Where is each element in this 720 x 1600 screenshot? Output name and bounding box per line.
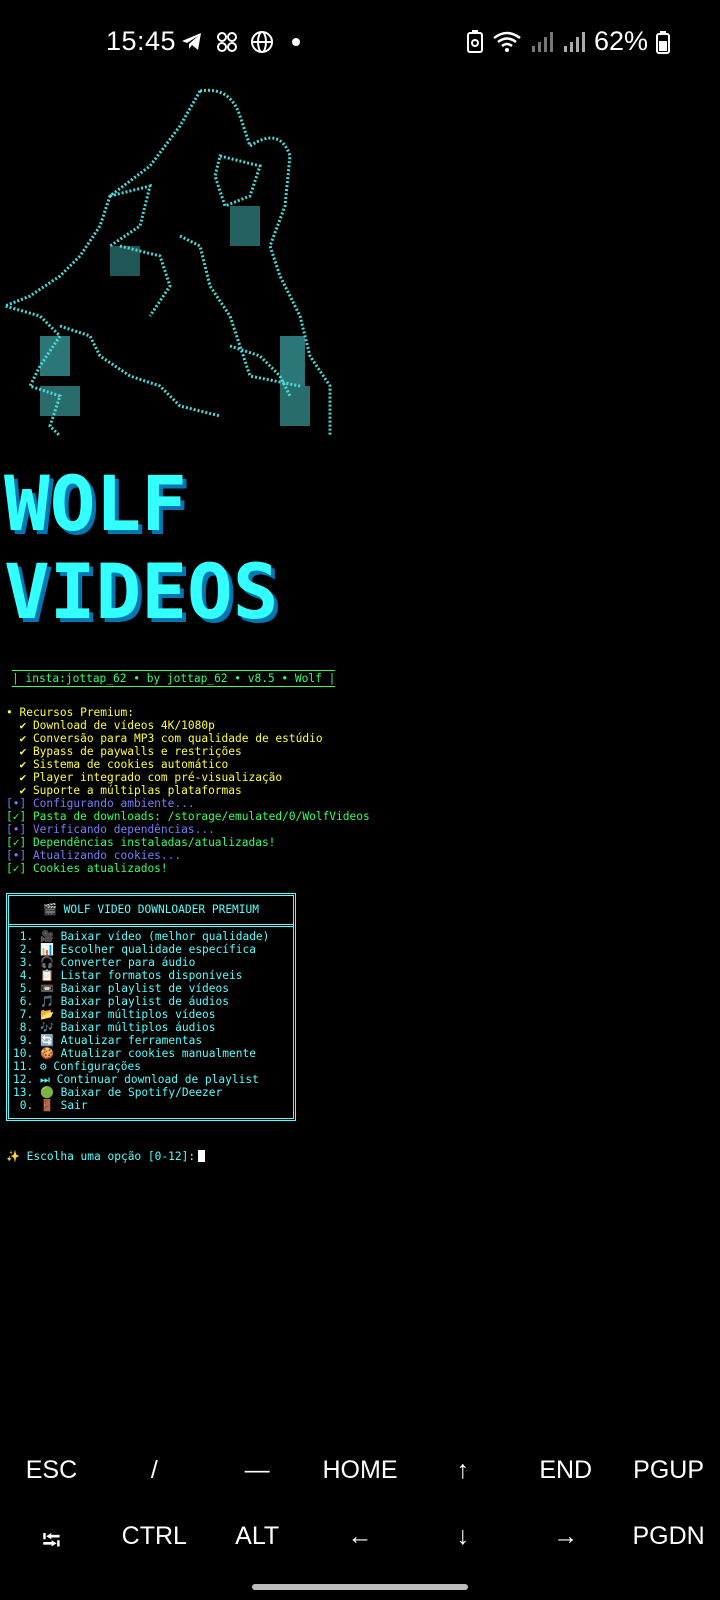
battery-saver-icon bbox=[466, 29, 483, 53]
key-[interactable]: / bbox=[103, 1456, 206, 1485]
battery-percent: 62% bbox=[593, 26, 648, 56]
menu-item[interactable]: 2. 📊 Escolher qualidade específica bbox=[13, 943, 289, 956]
log-output: • Recursos Premium: ✔ Download de vídeos… bbox=[6, 706, 370, 875]
prompt-label: ✨ Escolha uma opção [0-12]: bbox=[6, 1150, 196, 1163]
key-[interactable]: → bbox=[514, 1522, 617, 1565]
menu-item[interactable]: 11. ⚙ Configurações bbox=[13, 1060, 289, 1073]
menu-item[interactable]: 0. 🚪 Sair bbox=[13, 1099, 289, 1112]
menu-item[interactable]: 12. ⏭ Continuar download de playlist bbox=[13, 1073, 289, 1086]
signal-icon bbox=[531, 31, 553, 52]
menu-item[interactable]: 5. 📼 Baixar playlist de vídeos bbox=[13, 982, 289, 995]
input-prompt[interactable]: ✨ Escolha uma opção [0-12]: bbox=[6, 1150, 206, 1163]
key-pgup[interactable]: PGUP bbox=[617, 1456, 720, 1485]
menu-item[interactable]: 9. 🔄 Atualizar ferramentas bbox=[13, 1034, 289, 1047]
notification-dot bbox=[292, 38, 300, 46]
key-pgdn[interactable]: PGDN bbox=[617, 1522, 720, 1565]
wolf-ascii-art bbox=[0, 88, 332, 438]
log-line: [•] Verificando dependências... bbox=[6, 823, 215, 836]
menu-item[interactable]: 3. 🎧 Converter para áudio bbox=[13, 956, 289, 969]
main-menu: 🎬 WOLF VIDEO DOWNLOADER PREMIUM 1. 🎥 Bai… bbox=[6, 893, 296, 1121]
logo-line2: VIDEOS bbox=[4, 547, 279, 636]
extra-keys-row-1: ESC / — HOME ↑ END PGUP bbox=[0, 1456, 720, 1485]
gesture-nav-bar[interactable] bbox=[252, 1584, 468, 1590]
key-[interactable]: ← bbox=[309, 1522, 412, 1565]
log-line: ✔ Bypass de paywalls e restrições bbox=[6, 745, 242, 758]
log-line: ✔ Player integrado com pré-visualização bbox=[6, 771, 283, 784]
log-line: [✓] Cookies atualizados! bbox=[6, 862, 168, 875]
log-line: [•] Atualizando cookies... bbox=[6, 849, 182, 862]
wifi-icon bbox=[493, 31, 521, 52]
menu-item[interactable]: 7. 📂 Baixar múltiplos vídeos bbox=[13, 1008, 289, 1021]
text-cursor[interactable] bbox=[198, 1150, 206, 1162]
status-bar: 15:45 62% bbox=[0, 0, 720, 86]
menu-item[interactable]: 6. 🎵 Baixar playlist de áudios bbox=[13, 995, 289, 1008]
log-line: [•] Configurando ambiente... bbox=[6, 797, 195, 810]
log-line: ✔ Download de vídeos 4K/1080p bbox=[6, 719, 215, 732]
log-line: ✔ Conversão para MP3 com qualidade de es… bbox=[6, 732, 323, 745]
logo-line1: WOLF bbox=[4, 470, 187, 548]
author-banner: | insta:jottap_62 • by jottap_62 • v8.5 … bbox=[12, 670, 336, 687]
log-line: [✓] Dependências instaladas/atualizadas! bbox=[6, 836, 276, 849]
globe-icon bbox=[251, 31, 273, 53]
menu-item[interactable]: 1. 🎥 Baixar vídeo (melhor qualidade) bbox=[13, 930, 289, 943]
menu-item[interactable]: 10. 🍪 Atualizar cookies manualmente bbox=[13, 1047, 289, 1060]
menu-item[interactable]: 8. 🎶 Baixar múltiplos áudios bbox=[13, 1021, 289, 1034]
clock: 15:45 bbox=[106, 26, 177, 56]
key-[interactable]: ↑ bbox=[411, 1456, 514, 1485]
extra-keys-row-2: ⭾ CTRL ALT ← ↓ → PGDN bbox=[0, 1522, 720, 1565]
key-[interactable]: ⭾ bbox=[0, 1522, 103, 1565]
wolf-videos-logo: WOLF WOLF VIDEOS VIDEOS bbox=[4, 470, 283, 640]
log-line: ✔ Suporte a múltiplas plataformas bbox=[6, 784, 242, 797]
key-[interactable]: — bbox=[206, 1456, 309, 1485]
key-alt[interactable]: ALT bbox=[206, 1522, 309, 1565]
telegram-icon bbox=[182, 33, 201, 50]
key-esc[interactable]: ESC bbox=[0, 1456, 103, 1485]
battery-icon bbox=[656, 30, 670, 54]
app-grid-icon bbox=[217, 32, 237, 52]
menu-title: 🎬 WOLF VIDEO DOWNLOADER PREMIUM bbox=[9, 896, 293, 927]
key-ctrl[interactable]: CTRL bbox=[103, 1522, 206, 1565]
log-line: • Recursos Premium: bbox=[6, 706, 134, 719]
menu-item[interactable]: 4. 📋 Listar formatos disponíveis bbox=[13, 969, 289, 982]
menu-item[interactable]: 13. 🟢 Baixar de Spotify/Deezer bbox=[13, 1086, 289, 1099]
key-end[interactable]: END bbox=[514, 1456, 617, 1485]
log-line: [✓] Pasta de downloads: /storage/emulate… bbox=[6, 810, 370, 823]
signal-icon-2 bbox=[563, 31, 585, 52]
log-line: ✔ Sistema de cookies automático bbox=[6, 758, 229, 771]
key-home[interactable]: HOME bbox=[309, 1456, 412, 1485]
menu-items: 1. 🎥 Baixar vídeo (melhor qualidade) 2. … bbox=[9, 927, 293, 1112]
key-[interactable]: ↓ bbox=[411, 1522, 514, 1565]
